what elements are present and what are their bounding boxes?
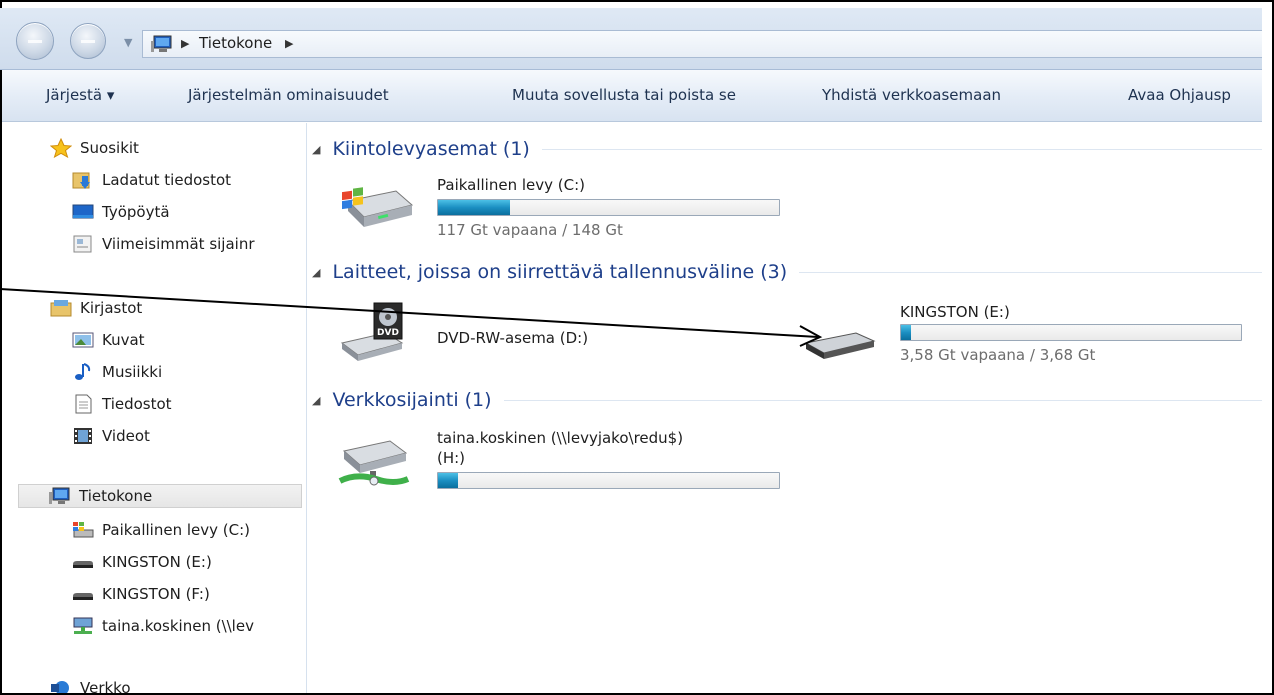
organize-button[interactable]: Järjestä ▾ (46, 86, 114, 104)
group-title: Laitteet, joissa on siirrettävä tallennu… (332, 261, 788, 283)
group-title: Verkkosijainti (1) (332, 389, 492, 411)
nav-videos-label: Videot (102, 427, 150, 445)
network-drive-icon (338, 440, 410, 486)
local-disk-windows-icon (342, 187, 414, 227)
drive-e-tile[interactable]: KINGSTON (E:) 3,58 Gt vapaana / 3,68 Gt (800, 299, 1260, 371)
nav-computer-label: Tietokone (79, 487, 153, 505)
documents-icon (75, 394, 92, 414)
drive-d-tile[interactable]: DVD DVD-RW-asema (D:) (336, 299, 736, 371)
drive-c-free-space: 117 Gt vapaana / 148 Gt (437, 221, 623, 239)
nav-downloads[interactable]: Ladatut tiedostot (72, 168, 231, 192)
back-button[interactable] (16, 22, 54, 60)
drive-e-name: KINGSTON (E:) (900, 303, 1010, 321)
nav-pictures[interactable]: Kuvat (72, 328, 145, 352)
nav-drive-c-label: Paikallinen levy (C:) (102, 521, 251, 539)
recent-places-icon (73, 235, 92, 253)
command-bar: Järjestä ▾ Järjestelmän ominaisuudet Muu… (2, 70, 1262, 122)
computer-icon (151, 35, 172, 52)
collapse-triangle-icon[interactable]: ◢ (312, 143, 320, 156)
drive-d-name: DVD-RW-asema (D:) (437, 329, 589, 347)
nav-downloads-label: Ladatut tiedostot (102, 171, 232, 189)
drive-h-usage-bar (437, 472, 780, 489)
nav-recent-places-label: Viimeisimmät sijainr (102, 235, 255, 253)
drive-h-letter: (H:) (437, 449, 466, 467)
nav-documents[interactable]: Tiedostot (72, 392, 172, 416)
breadcrumb-separator-icon[interactable]: ▶ (181, 37, 189, 50)
nav-favorites[interactable]: Suosikit (50, 136, 139, 160)
breadcrumb[interactable]: ▶ Tietokone ▶ (142, 30, 1262, 58)
group-hard-disk-drives[interactable]: ◢ Kiintolevyasemat (1) (310, 135, 1262, 163)
dvd-drive-icon: DVD (340, 302, 404, 361)
network-icon (51, 681, 69, 695)
drive-c-usage-fill (438, 200, 510, 215)
nav-pictures-label: Kuvat (102, 331, 145, 349)
group-network-location[interactable]: ◢ Verkkosijainti (1) (310, 386, 1262, 414)
drive-h-name: taina.koskinen (\\levyjako\redu$) (437, 429, 684, 447)
navigation-pane: Suosikit Ladatut tiedostot Työpöytä Viim… (2, 123, 307, 695)
nav-network-label: Verkko (80, 679, 131, 695)
pictures-icon (72, 332, 94, 348)
drive-e-usage-bar (900, 324, 1242, 341)
recent-pages-chevron-down-icon[interactable]: ▼ (124, 36, 132, 49)
drive-h-tile[interactable]: taina.koskinen (\\levyjako\redu$) (H:) (336, 425, 796, 501)
removable-drive-icon (73, 561, 93, 568)
nav-desktop[interactable]: Työpöytä (72, 200, 170, 224)
local-disk-windows-icon (73, 522, 94, 538)
group-removable-storage[interactable]: ◢ Laitteet, joissa on siirrettävä tallen… (310, 258, 1262, 286)
breadcrumb-computer[interactable]: Tietokone (199, 34, 272, 52)
breadcrumb-separator-icon[interactable]: ▶ (285, 37, 293, 50)
nav-drive-f-label: KINGSTON (F:) (102, 585, 210, 603)
system-properties-button[interactable]: Järjestelmän ominaisuudet (188, 86, 389, 104)
drive-e-usage-fill (901, 325, 912, 340)
removable-drive-icon (804, 332, 876, 359)
nav-favorites-label: Suosikit (80, 139, 139, 157)
collapse-triangle-icon[interactable]: ◢ (312, 266, 320, 279)
desktop-icon (72, 204, 94, 219)
videos-film-icon (74, 428, 92, 444)
nav-computer[interactable]: Tietokone (18, 484, 302, 508)
removable-drive-icon (73, 593, 93, 600)
nav-network[interactable]: Verkko (50, 676, 131, 695)
svg-text:DVD: DVD (377, 328, 399, 338)
music-note-icon (75, 363, 91, 380)
nav-drive-e[interactable]: KINGSTON (E:) (72, 550, 212, 574)
nav-drive-h-label: taina.koskinen (\\lev (102, 617, 254, 635)
content-pane: ◢ Kiintolevyasemat (1) Paikallinen levy … (310, 123, 1262, 695)
open-control-panel-button[interactable]: Avaa Ohjausp (1128, 86, 1231, 104)
nav-drive-h[interactable]: taina.koskinen (\\lev (72, 614, 254, 638)
downloads-folder-icon (72, 172, 90, 189)
map-network-drive-button[interactable]: Yhdistä verkkoasemaan (822, 86, 1001, 104)
forward-button[interactable] (70, 23, 106, 59)
nav-libraries[interactable]: Kirjastot (50, 296, 142, 320)
uninstall-program-button[interactable]: Muuta sovellusta tai poista se (512, 86, 736, 104)
nav-music-label: Musiikki (102, 363, 163, 381)
group-title: Kiintolevyasemat (1) (332, 138, 530, 160)
computer-icon (49, 487, 70, 504)
star-icon (50, 138, 72, 158)
drive-c-tile[interactable]: Paikallinen levy (C:) 117 Gt vapaana / 1… (336, 171, 796, 243)
nav-drive-f[interactable]: KINGSTON (F:) (72, 582, 210, 606)
group-divider (503, 399, 1262, 401)
group-divider (541, 148, 1262, 150)
nav-drive-e-label: KINGSTON (E:) (102, 553, 212, 571)
nav-videos[interactable]: Videot (72, 424, 150, 448)
nav-drive-c[interactable]: Paikallinen levy (C:) (72, 518, 250, 542)
nav-documents-label: Tiedostot (102, 395, 172, 413)
nav-desktop-label: Työpöytä (102, 203, 170, 221)
drive-h-usage-fill (438, 473, 459, 488)
drive-c-name: Paikallinen levy (C:) (437, 176, 586, 194)
collapse-triangle-icon[interactable]: ◢ (312, 394, 320, 407)
address-bar: ▼ ▶ Tietokone ▶ (0, 8, 1262, 70)
nav-libraries-label: Kirjastot (80, 299, 143, 317)
libraries-icon (50, 300, 72, 317)
nav-recent-places[interactable]: Viimeisimmät sijainr (72, 232, 255, 256)
group-divider (799, 271, 1262, 273)
drive-e-free-space: 3,58 Gt vapaana / 3,68 Gt (900, 346, 1096, 364)
nav-music[interactable]: Musiikki (72, 360, 162, 384)
network-drive-icon (73, 617, 93, 634)
drive-c-usage-bar (437, 199, 780, 216)
